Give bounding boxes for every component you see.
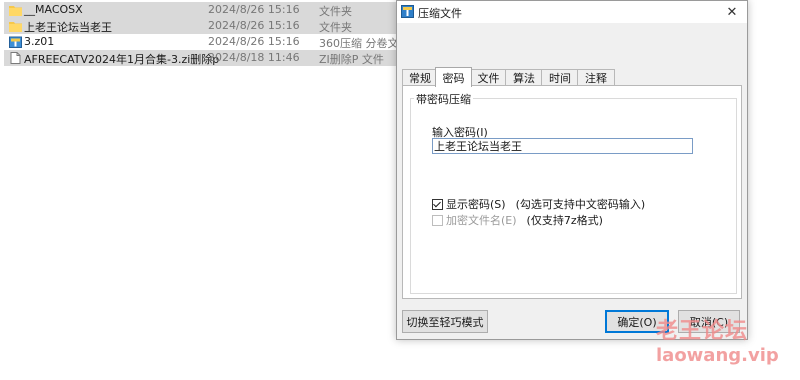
- file-icon: [10, 52, 21, 64]
- groupbox-label: 带密码压缩: [414, 91, 473, 107]
- dialog-titlebar[interactable]: 压缩文件 ✕: [397, 1, 747, 23]
- file-date: 2024/8/26 15:16: [208, 35, 300, 48]
- show-password-note: (勾选可支持中文密码输入): [515, 198, 646, 211]
- tab-password[interactable]: 密码: [435, 67, 472, 87]
- show-password-label: 显示密码(S): [446, 198, 506, 211]
- encrypt-names-note: (仅支持7z格式): [526, 214, 603, 227]
- tab-general[interactable]: 常规: [402, 69, 438, 86]
- watermark-url: laowang.vip: [656, 345, 779, 366]
- file-name: __MACOSX: [24, 3, 83, 16]
- file-name: AFREECATV2024年1月合集-3.zi删除p: [24, 53, 220, 66]
- tab-files[interactable]: 文件: [470, 69, 507, 86]
- file-type: 文件夹: [319, 5, 352, 18]
- folder-icon: [9, 6, 22, 16]
- file-type: 文件夹: [319, 21, 352, 34]
- file-row-z01[interactable]: 3.z01 2024/8/26 15:16 360压缩 分卷文件: [4, 34, 410, 50]
- tab-comment[interactable]: 注释: [577, 69, 615, 86]
- show-password-checkbox[interactable]: [432, 198, 443, 210]
- password-panel: 带密码压缩 输入密码(I) 显示密码(S) (勾选可支持中文密码输入) 加密文件…: [402, 85, 742, 299]
- dialog-title: 压缩文件: [418, 7, 462, 20]
- encrypt-names-row: 加密文件名(E) (仅支持7z格式): [432, 212, 603, 228]
- file-date: 2024/8/26 15:16: [208, 19, 300, 32]
- close-icon: ✕: [726, 4, 738, 20]
- file-row-zip[interactable]: AFREECATV2024年1月合集-3.zi删除p 2024/8/18 11:…: [4, 50, 400, 66]
- archive-app-icon: [401, 5, 414, 18]
- file-date: 2024/8/26 15:16: [208, 3, 300, 16]
- close-button[interactable]: ✕: [717, 1, 747, 23]
- file-row-folder[interactable]: 上老王论坛当老王 2024/8/26 15:16 文件夹: [4, 18, 400, 34]
- show-password-row[interactable]: 显示密码(S) (勾选可支持中文密码输入): [432, 196, 645, 212]
- file-name: 3.z01: [24, 35, 55, 48]
- switch-mode-button[interactable]: 切换至轻巧模式: [402, 310, 488, 333]
- file-type: ZI删除P 文件: [319, 53, 384, 66]
- archive-icon: [9, 36, 22, 48]
- password-input[interactable]: [432, 138, 693, 154]
- file-row-macosx[interactable]: __MACOSX 2024/8/26 15:16 文件夹: [4, 2, 400, 18]
- watermark-title: 老王论坛: [656, 319, 749, 344]
- tab-time[interactable]: 时间: [541, 69, 579, 86]
- folder-icon: [9, 22, 22, 32]
- file-date: 2024/8/18 11:46: [208, 51, 300, 64]
- compress-dialog: 压缩文件 ✕ 常规 密码 文件 算法 时间 注释 带密码压缩 输入密码(I) 显…: [396, 0, 748, 340]
- file-name: 上老王论坛当老王: [24, 21, 112, 34]
- encrypt-names-label: 加密文件名(E): [446, 214, 517, 227]
- encrypt-names-checkbox: [432, 214, 443, 226]
- tab-algorithm[interactable]: 算法: [505, 69, 543, 86]
